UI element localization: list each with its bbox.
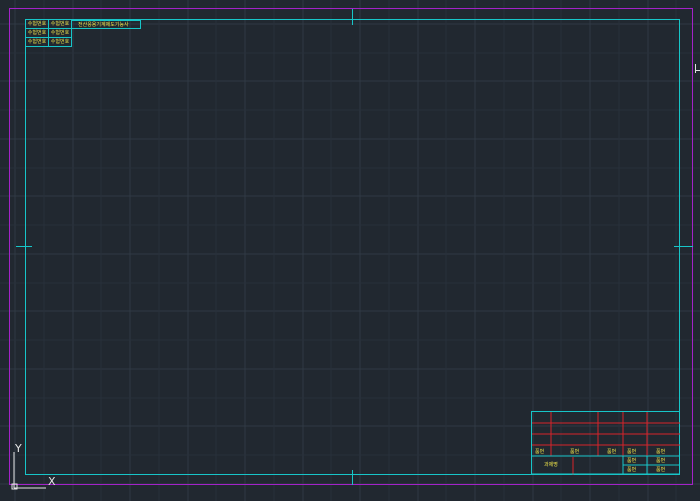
crosshair-mark xyxy=(695,64,696,73)
ucs-x-label: X xyxy=(48,475,56,488)
ucs-y-label: Y xyxy=(15,442,22,455)
crosshair-mark xyxy=(695,70,700,71)
ucs-icon xyxy=(11,452,46,490)
